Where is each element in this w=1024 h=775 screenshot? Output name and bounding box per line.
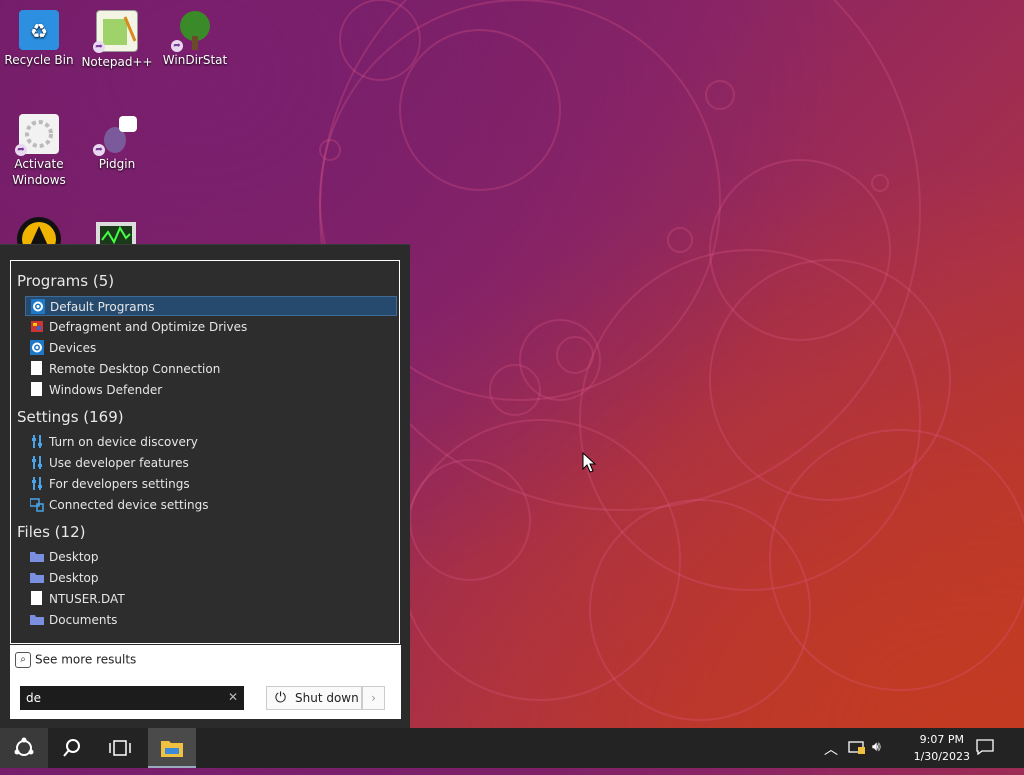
folder-icon xyxy=(30,615,44,625)
start-menu: Programs (5) Default Programs Defragment… xyxy=(0,244,410,731)
notification-icon xyxy=(976,739,994,756)
settings-sliders-icon xyxy=(32,435,42,448)
category-files: Files (12) xyxy=(17,523,86,541)
result-item-ntuser-dat[interactable]: NTUSER.DAT xyxy=(25,589,397,609)
clock-date: 1/30/2023 xyxy=(913,750,970,763)
result-item-defragment[interactable]: Defragment and Optimize Drives xyxy=(25,317,397,337)
folder-icon xyxy=(30,552,44,562)
activate-windows-icon: ➦ xyxy=(15,114,59,156)
mouse-cursor-icon xyxy=(582,452,597,473)
system-clock[interactable]: 9:07 PM 1/30/2023 xyxy=(914,731,970,765)
desktop-icon-activate-windows[interactable]: ➦ Activate Windows xyxy=(0,108,78,188)
start-menu-footer: ⌕See more results ✕ ⏻ Shut down › xyxy=(10,645,401,719)
start-button[interactable] xyxy=(0,728,48,768)
svg-text:♻: ♻ xyxy=(30,19,48,43)
desktop-icon-windirstat[interactable]: ➦ WinDirStat xyxy=(156,4,234,68)
settings-sliders-icon xyxy=(32,477,42,490)
network-icon[interactable] xyxy=(848,739,866,759)
taskbar: ︿ 🔊︎ 9:07 PM 1/30/2023 xyxy=(0,728,1024,768)
folder-icon xyxy=(30,573,44,583)
pidgin-icon: ➦ xyxy=(93,114,137,156)
category-settings: Settings (169) xyxy=(17,408,124,426)
ubuntu-logo-icon xyxy=(14,737,34,756)
notepad-plus-plus-icon: ➦ xyxy=(93,10,138,53)
result-item-desktop-folder[interactable]: Desktop xyxy=(25,568,397,588)
action-center-button[interactable] xyxy=(976,739,994,759)
category-programs: Programs (5) xyxy=(17,272,115,290)
result-item-connected-device-settings[interactable]: Connected device settings xyxy=(25,495,397,515)
search-button[interactable] xyxy=(48,728,96,768)
desktop-icon-partial-monitor[interactable] xyxy=(94,218,140,244)
result-item-devices[interactable]: Devices xyxy=(25,338,397,358)
blank-file-icon xyxy=(31,361,42,375)
power-icon: ⏻ xyxy=(275,690,287,706)
file-explorer-taskbar-button[interactable] xyxy=(148,728,196,768)
clear-search-icon[interactable]: ✕ xyxy=(228,690,238,704)
shutdown-button[interactable]: ⏻ Shut down xyxy=(266,686,362,710)
settings-sliders-icon xyxy=(32,456,42,469)
result-item-device-discovery[interactable]: Turn on device discovery xyxy=(25,432,397,452)
desktop-icon-notepad-plus-plus[interactable]: ➦ Notepad++ xyxy=(78,4,156,70)
defrag-icon xyxy=(31,321,43,332)
blank-file-icon xyxy=(31,382,42,396)
desktop-icon-label: Activate Windows xyxy=(12,157,66,187)
desktop-icon-label: Notepad++ xyxy=(81,55,153,69)
network-icon xyxy=(848,741,865,754)
result-item-remote-desktop[interactable]: Remote Desktop Connection xyxy=(25,359,397,379)
volume-icon[interactable]: 🔊︎ xyxy=(872,739,881,755)
see-more-results-link[interactable]: ⌕ See more results xyxy=(15,652,136,668)
shortcut-arrow-icon: ➦ xyxy=(93,41,105,53)
desktop-icon-label: WinDirStat xyxy=(162,53,228,67)
search-icon: ⌕ xyxy=(15,652,31,668)
desktop-icon-recycle-bin[interactable]: ♻ Recycle Bin xyxy=(0,4,78,68)
result-item-windows-defender[interactable]: Windows Defender xyxy=(25,380,397,400)
search-icon xyxy=(63,739,80,757)
shortcut-arrow-icon: ➦ xyxy=(171,40,183,52)
system-monitor-icon xyxy=(96,222,136,244)
search-input[interactable] xyxy=(20,686,222,710)
task-view-button[interactable] xyxy=(96,728,144,768)
chevron-right-icon: › xyxy=(371,691,376,705)
search-results-panel: Programs (5) Default Programs Defragment… xyxy=(10,260,400,644)
result-item-default-programs[interactable]: Default Programs xyxy=(25,296,397,316)
gear-icon xyxy=(31,299,45,314)
clock-time: 9:07 PM xyxy=(919,733,964,746)
task-view-icon xyxy=(109,740,131,756)
connected-devices-icon xyxy=(30,498,44,512)
desktop-icon-label: Pidgin xyxy=(98,157,136,171)
shortcut-arrow-icon: ➦ xyxy=(93,144,105,156)
result-item-documents-folder[interactable]: Documents xyxy=(25,610,397,630)
desktop-icon-pidgin[interactable]: ➦ Pidgin xyxy=(78,108,156,172)
folder-icon xyxy=(161,741,183,757)
result-item-desktop-folder[interactable]: Desktop xyxy=(25,547,397,567)
windirstat-icon: ➦ xyxy=(171,10,215,52)
show-hidden-icons-chevron-icon[interactable]: ︿ xyxy=(824,739,838,759)
result-item-developers-settings[interactable]: For developers settings xyxy=(25,474,397,494)
desktop-icon-label: Recycle Bin xyxy=(4,53,74,67)
desktop-icon-partial-aimp[interactable] xyxy=(16,216,62,244)
blank-file-icon xyxy=(31,591,42,605)
search-box[interactable]: ✕ xyxy=(20,686,244,710)
gear-icon xyxy=(30,340,44,355)
shutdown-options-button[interactable]: › xyxy=(362,686,385,710)
recycle-bin-icon: ♻ xyxy=(19,10,59,50)
result-item-developer-features[interactable]: Use developer features xyxy=(25,453,397,473)
aimp-icon xyxy=(17,217,61,244)
shortcut-arrow-icon: ➦ xyxy=(15,144,27,156)
